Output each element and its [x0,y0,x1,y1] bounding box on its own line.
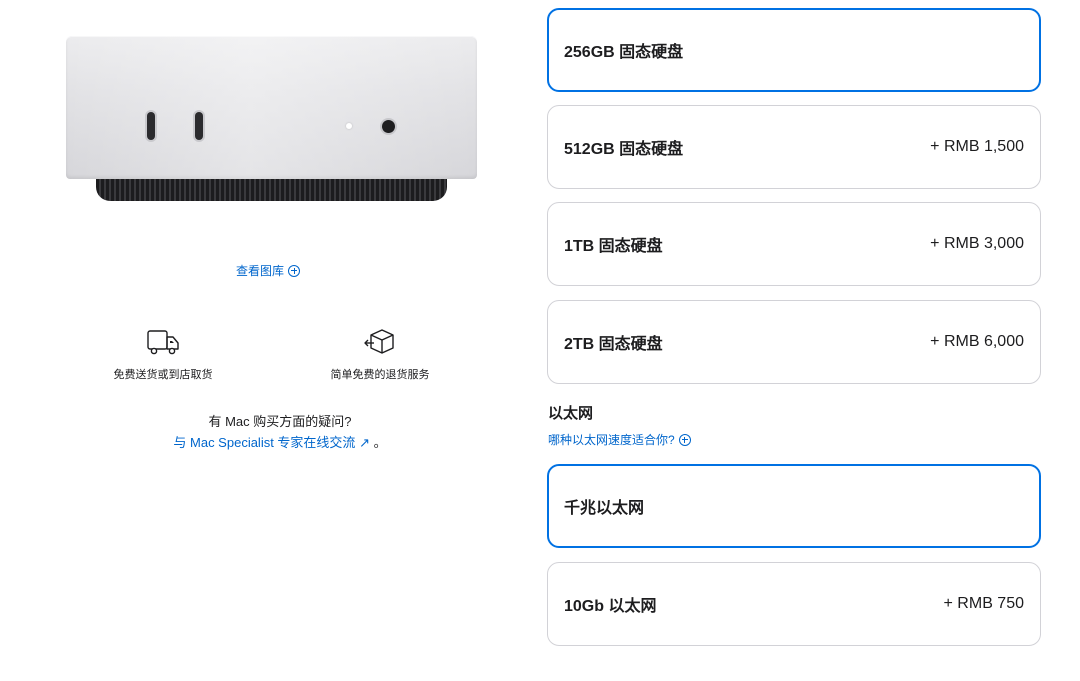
specialist-chat-suffix: 。 [373,435,387,450]
mac-mini-top-housing [66,36,477,179]
ethernet-option-gigabit[interactable]: 千兆以太网 [547,464,1041,548]
specialist-chat-text: Mac Specialist 专家在线交流 [190,435,356,450]
external-link-arrow-icon: ↗ [359,435,370,450]
option-name: 256GB 固态硬盘 [564,44,684,61]
option-name: 2TB 固态硬盘 [564,336,663,353]
service-free-delivery: 免费送货或到店取货 [93,326,233,382]
ethernet-option-10gb[interactable]: 10Gb 以太网 + RMB 750 [547,562,1041,646]
storage-option-1tb[interactable]: 1TB 固态硬盘 + RMB 3,000 [547,202,1041,286]
service-free-returns: 简单免费的退货服务 [310,326,450,382]
view-gallery-label: 查看图库 [236,264,285,278]
option-name: 1TB 固态硬盘 [564,238,663,255]
product-image-mac-mini [66,36,477,204]
ethernet-help-link[interactable]: 哪种以太网速度适合你? [548,431,691,448]
headphone-jack-icon [382,120,395,133]
option-price: + RMB 750 [943,595,1024,612]
status-light-icon [346,123,352,129]
storage-option-256gb[interactable]: 256GB 固态硬盘 [547,8,1041,92]
usb-c-port-icon [147,112,155,140]
option-price: + RMB 3,000 [930,235,1024,252]
view-gallery-link[interactable]: 查看图库 [236,262,301,279]
usb-c-port-icon [195,112,203,140]
plus-circle-icon [288,264,301,277]
service-label: 简单免费的退货服务 [330,369,430,381]
specialist-chat-line: 与 Mac Specialist 专家在线交流 ↗ 。 [140,432,420,451]
option-name: 512GB 固态硬盘 [564,141,684,158]
mac-mini-vented-base [96,179,447,201]
return-box-icon [364,329,394,354]
purchase-help-question: 有 Mac 购买方面的疑问? [208,414,352,429]
plus-circle-icon [678,433,691,446]
option-name: 千兆以太网 [564,500,645,517]
option-price: + RMB 6,000 [930,333,1024,350]
delivery-truck-icon [147,330,179,355]
storage-option-2tb[interactable]: 2TB 固态硬盘 + RMB 6,000 [547,300,1041,384]
specialist-chat-link[interactable]: 与 Mac Specialist 专家在线交流 ↗ [173,435,373,450]
ethernet-section-title: 以太网 [548,405,594,422]
specialist-chat-prefix: 与 [173,435,191,450]
ethernet-help-label: 哪种以太网速度适合你? [548,433,675,447]
option-price: + RMB 1,500 [930,138,1024,155]
option-name: 10Gb 以太网 [564,598,657,615]
storage-option-512gb[interactable]: 512GB 固态硬盘 + RMB 1,500 [547,105,1041,189]
service-label: 免费送货或到店取货 [113,369,213,381]
